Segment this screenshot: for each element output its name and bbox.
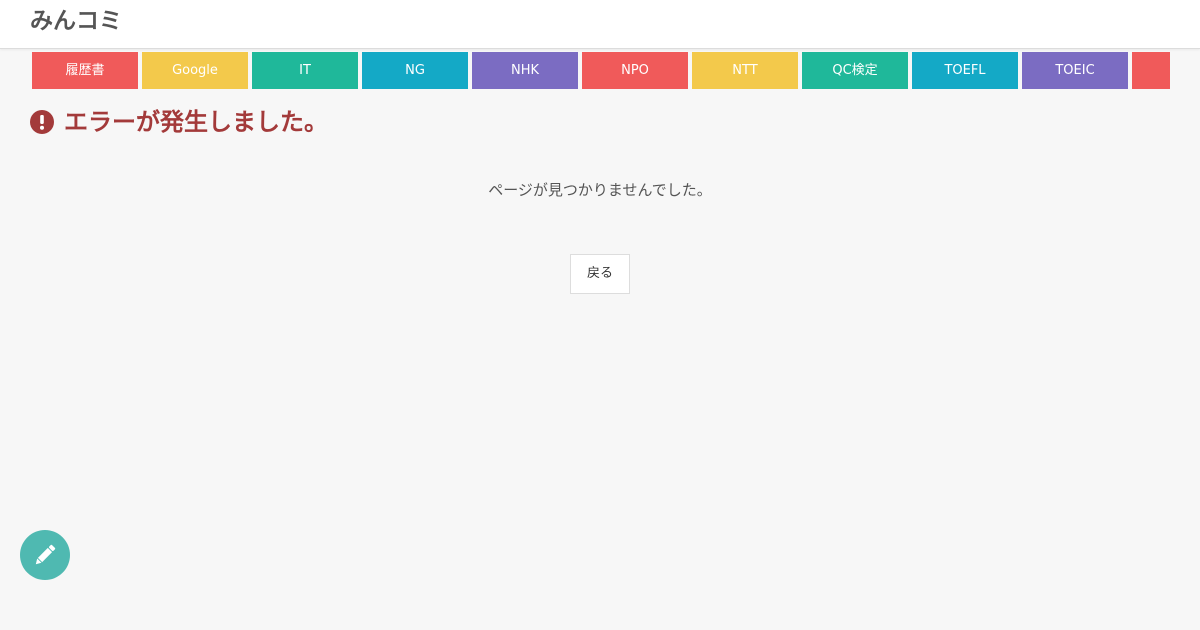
site-logo[interactable]: みんコミ [30,7,122,35]
exclamation-circle-icon [30,110,54,134]
tag-bar: 履歴書GoogleITNGNHKNPONTTQC検定TOEFLTOEICU [0,52,1170,89]
tag-item[interactable]: 履歴書 [32,52,138,89]
post-button[interactable] [20,530,70,580]
tag-item[interactable]: NTT [692,52,798,89]
tag-item[interactable]: U [1132,52,1170,89]
tag-item[interactable]: Google [142,52,248,89]
error-message: ページが見つかりませんでした。 [488,181,712,199]
tag-item[interactable]: QC検定 [802,52,908,89]
tag-item[interactable]: NHK [472,52,578,89]
tag-item[interactable]: NPO [582,52,688,89]
error-heading: エラーが発生しました。 [30,106,328,138]
tag-item[interactable]: IT [252,52,358,89]
back-button[interactable]: 戻る [570,254,630,294]
tag-item[interactable]: TOEFL [912,52,1018,89]
tag-item[interactable]: NG [362,52,468,89]
site-header: みんコミ [0,0,1200,49]
pencil-icon [30,540,60,570]
error-title: エラーが発生しました。 [64,108,328,136]
tag-item[interactable]: TOEIC [1022,52,1128,89]
